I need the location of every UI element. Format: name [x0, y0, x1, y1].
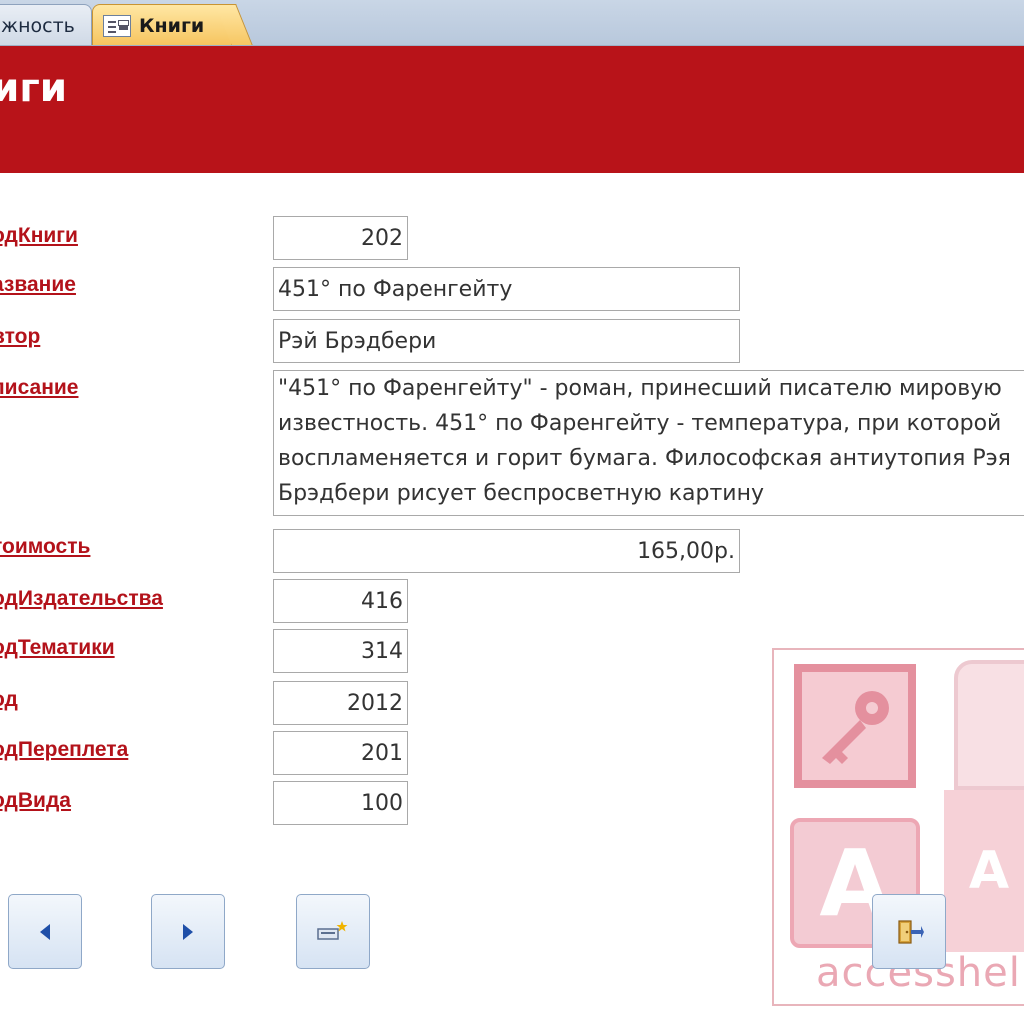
field-stoimost[interactable]: 165,00р.: [273, 529, 740, 573]
label-kod-izdatelstva: одИздательства: [0, 587, 163, 610]
label-god: од: [0, 688, 18, 711]
key-logo-icon: [794, 664, 916, 788]
close-form-button[interactable]: [872, 894, 946, 969]
label-stoimost: тоимость: [0, 535, 91, 558]
document-tab-bar: жность Книги: [0, 0, 1024, 46]
close-form-icon: [898, 919, 924, 944]
field-avtor[interactable]: Рэй Брэдбери: [273, 319, 740, 363]
form-header: иги: [0, 46, 1024, 173]
tab-previous[interactable]: жность: [0, 4, 92, 45]
field-kod-izdatelstva[interactable]: 416: [273, 579, 408, 623]
label-kod-tematiki: одТематики: [0, 636, 115, 659]
tab-knigi[interactable]: Книги: [92, 4, 232, 45]
access-logo-icon-2: A: [944, 790, 1024, 952]
new-record-button[interactable]: [296, 894, 370, 969]
label-opisanie: писание: [0, 376, 79, 399]
field-kod-pereplyota[interactable]: 201: [273, 731, 408, 775]
triangle-right-icon: [183, 923, 193, 940]
field-kod-tematiki[interactable]: 314: [273, 629, 408, 673]
field-god[interactable]: 2012: [273, 681, 408, 725]
form-title: иги: [0, 66, 68, 111]
label-nazvanie: азвание: [0, 273, 76, 296]
field-kod-vida[interactable]: 100: [273, 781, 408, 825]
field-kod-knigi[interactable]: 202: [273, 216, 408, 260]
previous-record-button[interactable]: [8, 894, 82, 969]
new-record-icon: [317, 920, 348, 940]
triangle-left-icon: [40, 923, 50, 940]
form-icon: [103, 14, 131, 37]
label-kod-knigi: одКниги: [0, 224, 78, 247]
field-nazvanie[interactable]: 451° по Фаренгейту: [273, 267, 740, 311]
label-kod-pereplyota: одПереплета: [0, 738, 129, 761]
tab-knigi-label: Книги: [139, 14, 205, 37]
field-opisanie[interactable]: "451° по Фаренгейту" - роман, принесший …: [273, 370, 1024, 516]
access-doc-icon: [954, 660, 1024, 790]
label-kod-vida: одВида: [0, 789, 71, 812]
tab-previous-label: жность: [1, 14, 75, 37]
label-avtor: втор: [0, 325, 41, 348]
next-record-button[interactable]: [151, 894, 225, 969]
